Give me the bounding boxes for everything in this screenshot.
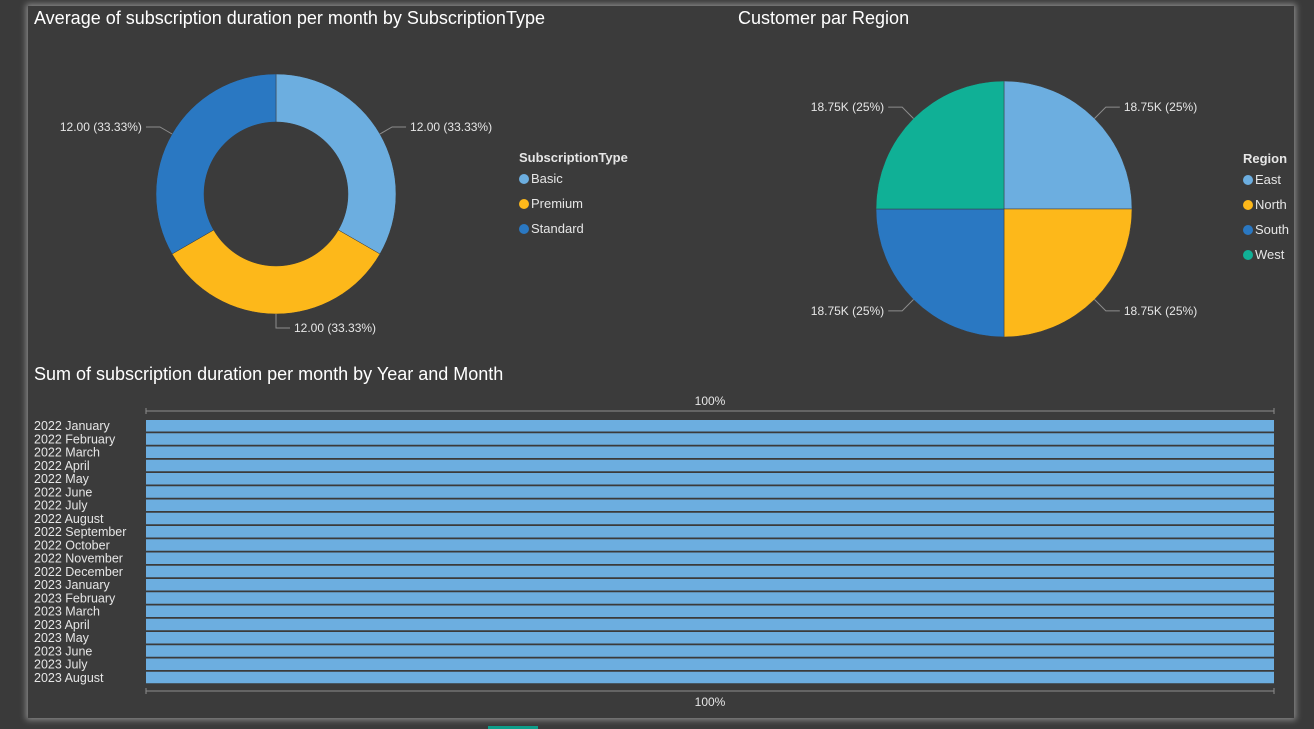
pie-legend-marker-south[interactable]: [1243, 225, 1253, 235]
category-label-2023-may: 2023 May: [34, 631, 90, 645]
bar-2022-april[interactable]: [146, 459, 1274, 472]
pie-legend-marker-east[interactable]: [1243, 175, 1253, 185]
category-label-2023-august: 2023 August: [34, 671, 104, 685]
bar-2023-march[interactable]: [146, 605, 1274, 618]
top-axis-line: [145, 408, 1275, 414]
pie-visual[interactable]: Customer par Region 18.75K (25%) 18.75K (…: [728, 6, 1294, 356]
bar-2022-november[interactable]: [146, 552, 1274, 565]
leader-line-pie-west: [888, 106, 914, 119]
leader-line-donut-standard: [145, 126, 173, 135]
pie-slice-north[interactable]: [1003, 208, 1133, 338]
category-label-2022-january: 2022 January: [34, 419, 111, 433]
pie-legend-marker-west[interactable]: [1243, 250, 1253, 260]
donut-legend-item-standard[interactable]: Standard: [531, 221, 584, 236]
pie-legend-item-south[interactable]: South: [1255, 222, 1289, 237]
bar-chart: 100%2022 January2022 February2022 March2…: [34, 394, 1275, 709]
pie-slice-south[interactable]: [875, 208, 1005, 338]
pie-legend-item-east[interactable]: East: [1255, 172, 1281, 187]
bar-visual[interactable]: Sum of subscription duration per month b…: [28, 358, 1294, 718]
bar-2023-january[interactable]: [146, 579, 1274, 591]
bar-2022-february[interactable]: [146, 433, 1274, 445]
bottom-axis-line: [145, 688, 1275, 694]
category-label-2022-june: 2022 June: [34, 485, 92, 499]
donut-chart: 12.00 (33.33%) 12.00 (33.33%) 12.00 (33.33…: [60, 73, 628, 335]
pie-legend-marker-north[interactable]: [1243, 200, 1253, 210]
category-label-2023-june: 2023 June: [34, 644, 92, 658]
pie-legend-title: Region: [1243, 151, 1287, 166]
category-label-2022-july: 2022 July: [34, 499, 88, 513]
category-label-2022-may: 2022 May: [34, 472, 90, 486]
data-label-pie-north: 18.75K (25%): [1124, 304, 1197, 318]
data-label-donut-premium: 12.00 (33.33%): [294, 321, 376, 335]
leader-line-pie-east: [1094, 106, 1120, 119]
bar-2022-july[interactable]: [146, 499, 1274, 512]
category-label-2022-april: 2022 April: [34, 459, 90, 473]
bar-2022-december[interactable]: [146, 565, 1274, 578]
donut-legend-item-basic[interactable]: Basic: [531, 171, 563, 186]
top-axis-label: 100%: [695, 394, 726, 408]
leader-line-pie-south: [888, 299, 914, 312]
donut-legend-marker-premium[interactable]: [519, 199, 529, 209]
bar-2023-june[interactable]: [146, 645, 1274, 657]
bar-2023-may[interactable]: [146, 632, 1274, 644]
bar-2023-august[interactable]: [146, 671, 1274, 684]
bar-2022-june[interactable]: [146, 486, 1274, 498]
report-canvas: Average of subscription duration per mon…: [0, 0, 1314, 729]
report-page: Average of subscription duration per mon…: [28, 6, 1294, 718]
category-label-2023-july: 2023 July: [34, 658, 88, 672]
bottom-axis-label: 100%: [695, 695, 726, 709]
pie-legend-item-west[interactable]: West: [1255, 247, 1285, 262]
data-label-pie-east: 18.75K (25%): [1124, 100, 1197, 114]
leader-line-donut-premium: [275, 314, 290, 329]
donut-visual[interactable]: Average of subscription duration per mon…: [28, 6, 688, 356]
category-label-2023-february: 2023 February: [34, 591, 116, 605]
donut-legend-title: SubscriptionType: [519, 150, 628, 165]
category-label-2022-november: 2022 November: [34, 552, 123, 566]
category-label-2022-march: 2022 March: [34, 446, 100, 460]
data-label-donut-standard: 12.00 (33.33%): [60, 120, 142, 134]
category-label-2022-september: 2022 September: [34, 525, 126, 539]
leader-line-donut-basic: [379, 126, 407, 135]
category-label-2023-march: 2023 March: [34, 605, 100, 619]
pie-slice-west[interactable]: [875, 80, 1005, 210]
data-label-pie-west: 18.75K (25%): [811, 100, 884, 114]
bar-2022-august[interactable]: [146, 512, 1274, 525]
donut-slice-premium[interactable]: [171, 229, 381, 315]
category-label-2022-february: 2022 February: [34, 432, 116, 446]
bar-2023-april[interactable]: [146, 618, 1274, 631]
donut-slice-standard[interactable]: [155, 73, 277, 255]
leader-line-pie-north: [1094, 299, 1120, 312]
category-label-2022-december: 2022 December: [34, 565, 123, 579]
data-label-donut-basic: 12.00 (33.33%): [410, 120, 492, 134]
category-label-2022-august: 2022 August: [34, 512, 104, 526]
bar-2022-march[interactable]: [146, 446, 1274, 459]
pie-slice-east[interactable]: [1003, 80, 1133, 210]
category-label-2023-january: 2023 January: [34, 578, 111, 592]
bar-2022-september[interactable]: [146, 526, 1274, 538]
category-label-2022-october: 2022 October: [34, 538, 110, 552]
donut-legend-marker-standard[interactable]: [519, 224, 529, 234]
bar-2022-october[interactable]: [146, 539, 1274, 551]
pie-chart: 18.75K (25%) 18.75K (25%) 18.75K (25%) 18.7…: [811, 80, 1289, 338]
bar-2023-february[interactable]: [146, 592, 1274, 604]
pie-legend-item-north[interactable]: North: [1255, 197, 1287, 212]
bar-2022-january[interactable]: [146, 420, 1274, 432]
donut-legend-marker-basic[interactable]: [519, 174, 529, 184]
bar-2022-may[interactable]: [146, 473, 1274, 485]
bar-2023-july[interactable]: [146, 658, 1274, 671]
donut-legend-item-premium[interactable]: Premium: [531, 196, 583, 211]
donut-slice-basic[interactable]: [275, 73, 397, 255]
category-label-2023-april: 2023 April: [34, 618, 90, 632]
data-label-pie-south: 18.75K (25%): [811, 304, 884, 318]
